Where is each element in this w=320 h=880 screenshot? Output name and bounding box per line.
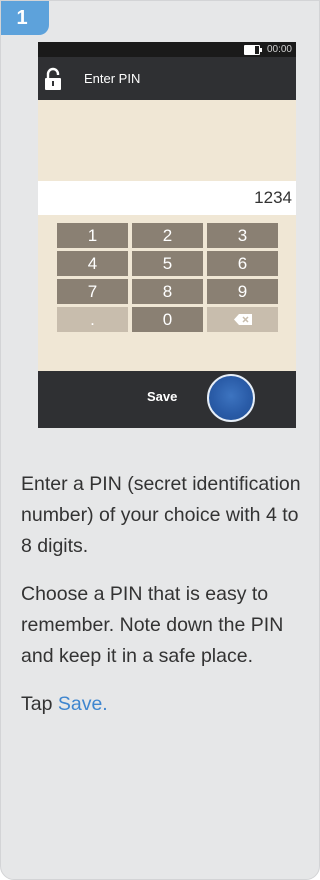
save-button[interactable]: Save	[147, 389, 177, 404]
instruction-paragraph-3: Tap Save.	[21, 689, 311, 720]
pin-value: 1234	[254, 188, 292, 207]
instruction-paragraph-2: Choose a PIN that is easy to remember. N…	[21, 583, 284, 667]
key-7[interactable]: 7	[57, 279, 128, 304]
instruction-tap-text: Tap	[21, 693, 58, 715]
status-clock: 00:00	[266, 44, 292, 55]
bottom-action-bar: Save	[38, 371, 296, 428]
battery-icon	[244, 45, 262, 55]
key-4[interactable]: 4	[57, 251, 128, 276]
lock-icon	[45, 67, 61, 90]
device-screen: 00:00 Enter PIN 1234 1 2 3 4 5 6 7 8 9 .…	[38, 42, 296, 428]
tap-indicator-icon	[207, 374, 255, 422]
numeric-keypad: 1 2 3 4 5 6 7 8 9 . 0	[57, 223, 278, 332]
key-5[interactable]: 5	[132, 251, 203, 276]
pin-input[interactable]: 1234	[38, 181, 296, 215]
key-6[interactable]: 6	[207, 251, 278, 276]
key-8[interactable]: 8	[132, 279, 203, 304]
key-2[interactable]: 2	[132, 223, 203, 248]
save-reference: Save.	[57, 693, 108, 715]
step-number-badge: 1	[1, 1, 49, 35]
instruction-card: 1 00:00 Enter PIN 1234 1 2 3 4 5 6 7 8 9…	[0, 0, 320, 880]
status-bar: 00:00	[38, 42, 296, 57]
instruction-paragraph-1: Enter a PIN (secret identification numbe…	[21, 473, 301, 557]
key-delete[interactable]	[207, 307, 278, 332]
backspace-icon	[233, 314, 252, 325]
screen-title: Enter PIN	[84, 71, 141, 86]
key-decimal[interactable]: .	[57, 307, 128, 332]
key-9[interactable]: 9	[207, 279, 278, 304]
key-1[interactable]: 1	[57, 223, 128, 248]
key-0[interactable]: 0	[132, 307, 203, 332]
key-3[interactable]: 3	[207, 223, 278, 248]
title-bar: Enter PIN	[38, 57, 296, 100]
